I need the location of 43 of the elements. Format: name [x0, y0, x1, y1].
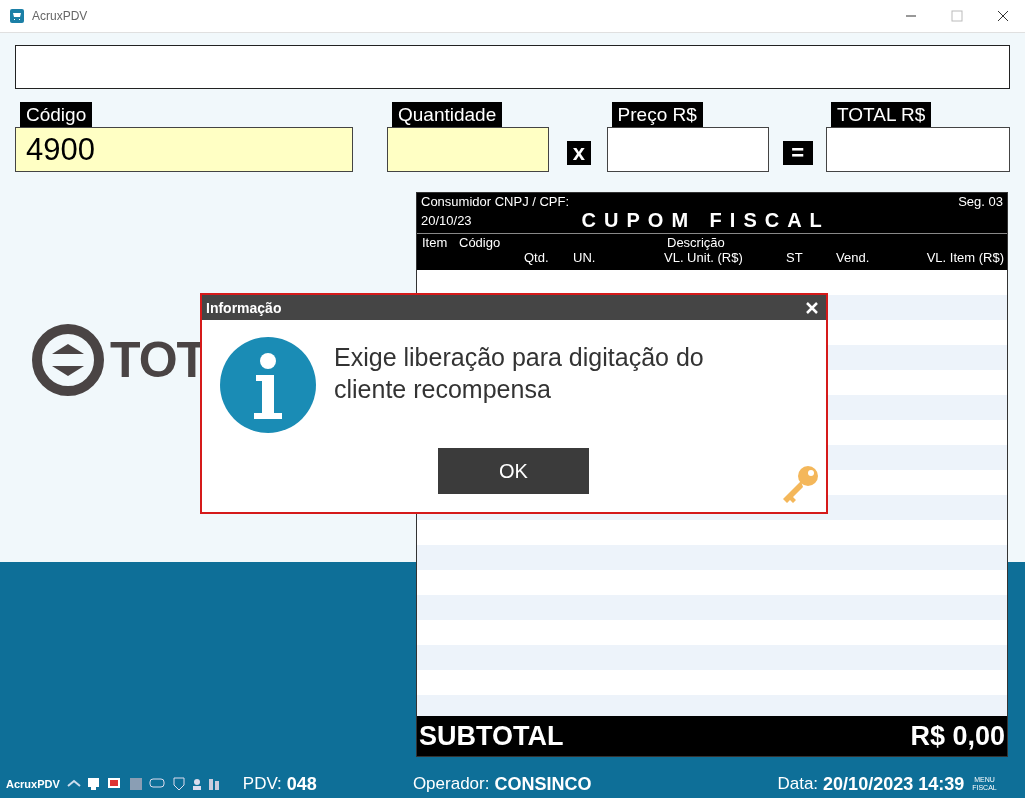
- date-time: 20/10/2023 14:39: [823, 773, 965, 795]
- operator-name: CONSINCO: [494, 773, 592, 795]
- column-header: Código: [459, 235, 501, 250]
- dialog-message: Exige liberação para digitação do cliente recompensa: [334, 342, 705, 405]
- input-field[interactable]: [387, 127, 549, 172]
- column-header: UN.: [573, 250, 596, 265]
- logo-text: TOT: [110, 331, 207, 389]
- operator-sign: =: [782, 141, 813, 165]
- pdv-number: 048: [286, 773, 317, 795]
- column-header: VL. Unit. (R$): [664, 250, 743, 265]
- column-header: Descrição: [667, 235, 725, 250]
- input-field[interactable]: 4900: [15, 127, 353, 172]
- logo-icon: [32, 324, 104, 396]
- app-name: AcruxPDV: [6, 778, 60, 790]
- info-icon: [220, 337, 316, 433]
- cart-icon: [10, 9, 24, 23]
- date-label: Data:: [777, 774, 819, 794]
- subtotal-value: R$ 0,00: [910, 720, 1005, 752]
- pdv-label: PDV:: [242, 774, 282, 794]
- close-button[interactable]: [997, 10, 1009, 22]
- field-label: Quantidade: [392, 102, 503, 127]
- field-label: Código: [20, 102, 93, 127]
- operator-sign: x: [567, 141, 591, 165]
- column-header: Vend.: [836, 250, 870, 265]
- subtotal-label: SUBTOTAL: [419, 720, 564, 752]
- window-title: AcruxPDV: [32, 9, 88, 23]
- sequence-label: Seg. 03: [958, 194, 1003, 209]
- ok-button[interactable]: OK: [438, 448, 589, 494]
- input-field[interactable]: [826, 127, 1010, 172]
- column-header: Item: [422, 235, 448, 250]
- column-header: ST: [786, 250, 803, 265]
- dialog-title: Informação: [206, 299, 282, 316]
- close-icon[interactable]: [806, 301, 818, 314]
- input-field[interactable]: [606, 127, 769, 172]
- field-label: Preço R$: [611, 102, 703, 127]
- operator-label: Operador:: [412, 774, 490, 794]
- consumer-label: Consumidor CNPJ / CPF:: [421, 194, 570, 209]
- display-field[interactable]: [15, 45, 1010, 89]
- receipt-title: CUPOM FISCAL: [581, 209, 830, 232]
- receipt-date: 20/10/23: [421, 213, 472, 228]
- column-header: Qtd.: [524, 250, 549, 265]
- column-header: VL. Item (R$): [926, 250, 1004, 265]
- field-label: TOTAL R$: [831, 102, 932, 127]
